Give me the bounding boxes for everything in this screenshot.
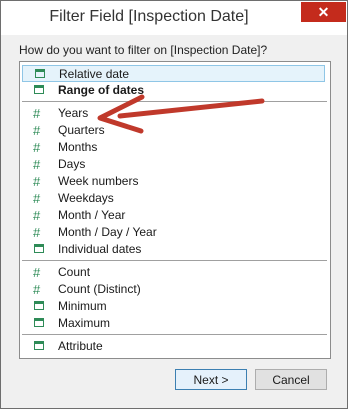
annotation-arrow — [97, 94, 265, 134]
arrow-shaft — [117, 98, 265, 119]
